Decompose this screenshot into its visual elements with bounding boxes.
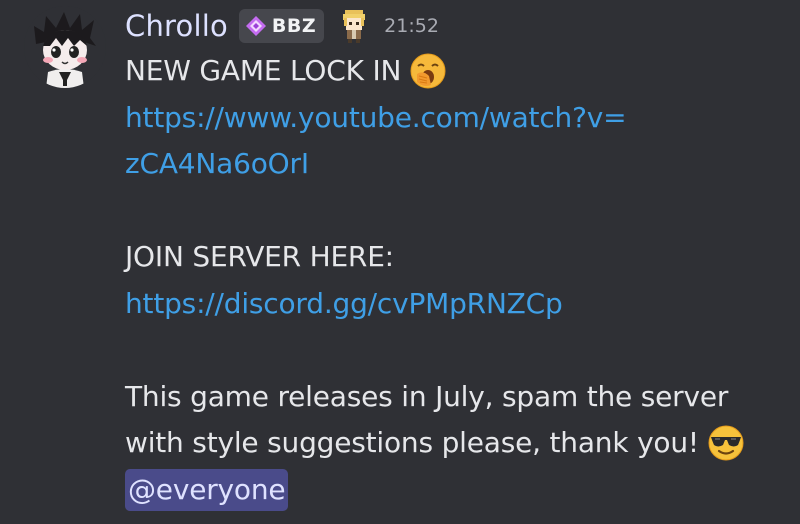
yawning-face-emoji[interactable] (409, 52, 447, 90)
message-line: This game releases in July, spam the ser… (125, 374, 785, 421)
sunglasses-face-emoji[interactable] (707, 424, 745, 462)
youtube-link[interactable]: https://www.youtube.com/watch?v= (125, 95, 627, 142)
message-text: with style suggestions please, thank you… (125, 426, 699, 459)
username[interactable]: Chrollo (125, 11, 228, 41)
everyone-mention[interactable]: @everyone (125, 468, 289, 511)
message-header: Chrollo BBZ 21:52 (125, 4, 439, 48)
message-line: NEW GAME LOCK IN (125, 48, 785, 95)
pixel-character-icon[interactable] (338, 8, 370, 44)
message-line: with style suggestions please, thank you… (125, 420, 785, 467)
message-line: JOIN SERVER HERE: (125, 234, 785, 281)
message-text: JOIN SERVER HERE: (125, 240, 394, 273)
server-tag-badge[interactable]: BBZ (238, 9, 325, 43)
diamond-badge-icon (245, 16, 266, 36)
message-line: https://www.youtube.com/watch?v= (125, 95, 785, 142)
message-timestamp[interactable]: 21:52 (384, 15, 439, 37)
youtube-link-continued[interactable]: zCA4Na6oOrI (125, 141, 309, 188)
server-tag-label: BBZ (271, 15, 317, 37)
message-line: @everyone (125, 467, 785, 514)
message-line: https://discord.gg/cvPMpRNZCp (125, 281, 785, 328)
avatar[interactable] (24, 6, 106, 88)
chat-message: Chrollo BBZ 21:52 NEW GAME LOCK IN https… (0, 0, 800, 524)
discord-invite-link[interactable]: https://discord.gg/cvPMpRNZCp (125, 281, 563, 328)
message-text: NEW GAME LOCK IN (125, 54, 402, 87)
message-text: This game releases in July, spam the ser… (125, 379, 729, 413)
avatar-image (24, 6, 106, 88)
message-content: NEW GAME LOCK IN https://www.youtube.com… (125, 48, 785, 513)
message-line: zCA4Na6oOrI (125, 141, 785, 188)
